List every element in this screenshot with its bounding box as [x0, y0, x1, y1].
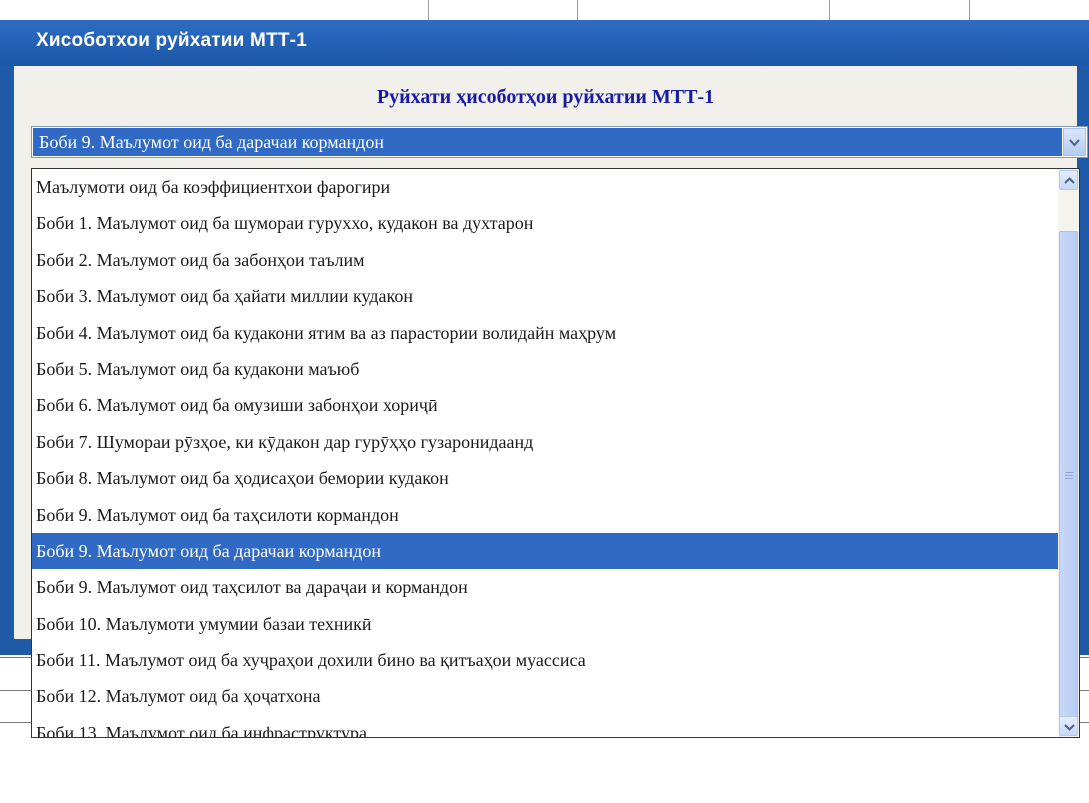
background-gridline — [428, 0, 429, 22]
dropdown-option[interactable]: Боби 11. Маълумот оид ба хуҷраҳои дохили… — [32, 642, 1058, 678]
dropdown-option[interactable]: Боби 6. Маълумот оид ба омузиши забонҳои… — [32, 387, 1058, 423]
report-dropdown-list[interactable]: Маълумоти оид ба коэффициентхои фарогири… — [31, 168, 1080, 738]
background-gridline — [0, 690, 34, 691]
dialog-title: Хисоботхои руйхатии МТТ-1 — [36, 30, 307, 51]
scroll-thumb[interactable] — [1059, 231, 1078, 719]
dropdown-option[interactable]: Боби 8. Маълумот оид ба ҳодисаҳои бемори… — [32, 460, 1058, 496]
scroll-up-button[interactable] — [1059, 170, 1078, 190]
background-gridline — [0, 722, 34, 723]
report-select[interactable]: Боби 9. Маълумот оид ба дарачаи кормандо… — [31, 126, 1088, 158]
background-gridline — [577, 0, 578, 22]
arrow-down-icon — [1064, 724, 1075, 731]
dropdown-option[interactable]: Боби 12. Маълумот оид ба ҳоҷатхона — [32, 678, 1058, 714]
dropdown-option[interactable]: Боби 1. Маълумот оид ба шумораи гуруххо,… — [32, 205, 1058, 241]
dropdown-option[interactable]: Боби 13. Маълумот оид ба инфраструктура — [32, 715, 1058, 737]
form-heading: Руйхати ҳисоботҳои руйхатии МТТ-1 — [376, 86, 715, 108]
dropdown-option[interactable]: Боби 5. Маълумот оид ба кудакони маъюб — [32, 351, 1058, 387]
background-gridline — [829, 0, 830, 22]
dropdown-options: Маълумоти оид ба коэффициентхои фарогири… — [32, 169, 1058, 737]
dropdown-option[interactable]: Боби 9. Маълумот оид таҳсилот ва дараҷаи… — [32, 569, 1058, 605]
dropdown-scrollbar[interactable] — [1058, 169, 1079, 737]
dropdown-option[interactable]: Боби 2. Маълумот оид ба забонҳои таълим — [32, 242, 1058, 278]
dropdown-option-selected[interactable]: Боби 9. Маълумот оид ба дарачаи кормандо… — [32, 532, 1058, 570]
dropdown-option[interactable]: Боби 4. Маълумот оид ба кудакони ятим ва… — [32, 315, 1058, 351]
report-select-dropdown-button[interactable] — [1063, 128, 1086, 156]
dropdown-option[interactable]: Боби 3. Маълумот оид ба ҳайати миллии ку… — [32, 278, 1058, 314]
dropdown-option[interactable]: Боби 7. Шумораи рӯзҳое, ки кӯдакон дар г… — [32, 424, 1058, 460]
background-gridline — [969, 0, 970, 22]
dropdown-option[interactable]: Боби 10. Маълумоти умумии базаи техникӣ — [32, 606, 1058, 642]
report-select-value: Боби 9. Маълумот оид ба дарачаи кормандо… — [33, 128, 1062, 156]
dropdown-option[interactable]: Маълумоти оид ба коэффициентхои фарогири — [32, 169, 1058, 205]
background-gridline — [0, 657, 34, 658]
arrow-up-icon — [1064, 177, 1075, 184]
chevron-down-icon — [1069, 139, 1080, 147]
dropdown-option[interactable]: Боби 9. Маълумот оид ба таҳсилоти корман… — [32, 497, 1058, 533]
thumb-grip — [1065, 472, 1073, 473]
thumb-grip — [1065, 478, 1073, 479]
dialog-titlebar[interactable]: Хисоботхои руйхатии МТТ-1 — [0, 20, 1089, 66]
thumb-grip — [1065, 475, 1073, 476]
scroll-down-button[interactable] — [1059, 716, 1078, 736]
